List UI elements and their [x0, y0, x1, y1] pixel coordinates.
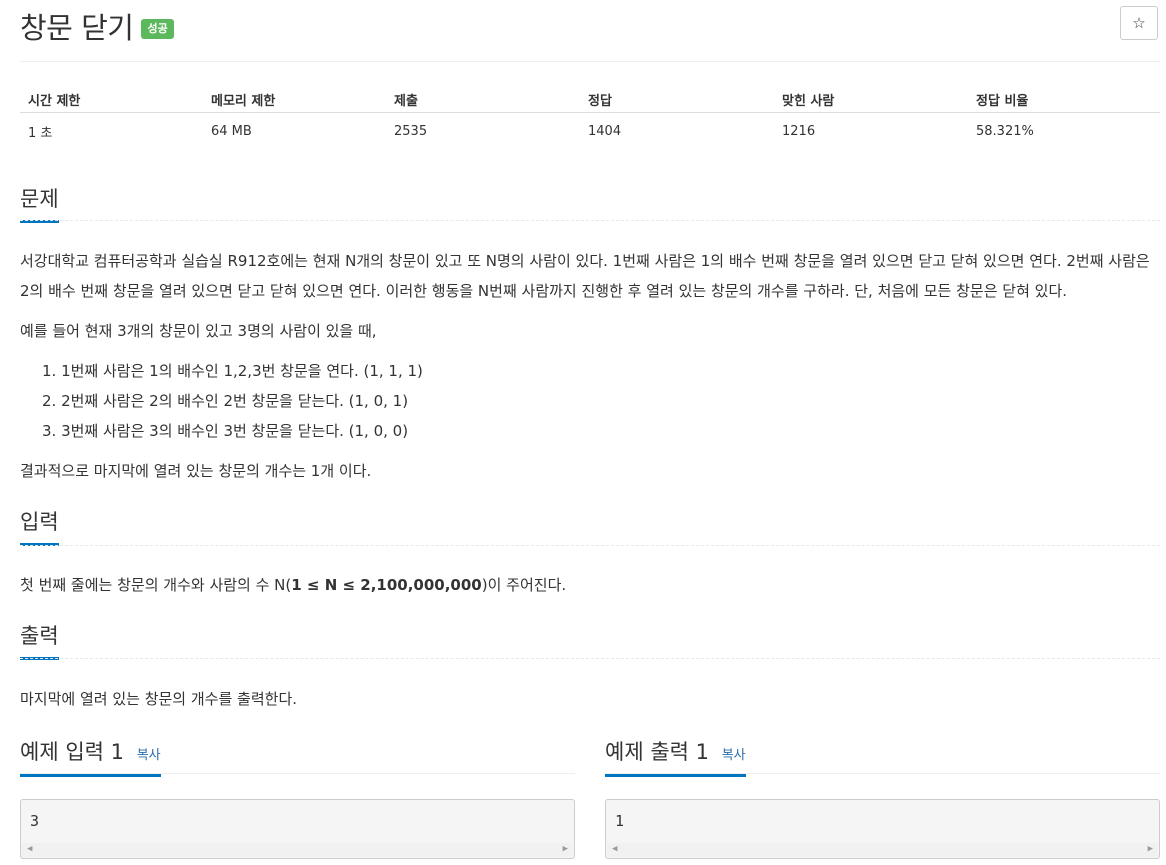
title-divider [20, 61, 1160, 62]
copy-input-button[interactable]: 복사 [137, 748, 161, 763]
header-memory-limit: 메모리 제한 [203, 86, 386, 113]
value-memory-limit: 64 MB [211, 123, 252, 139]
sample-input-title-text: 예제 입력 1 [20, 740, 124, 764]
horizontal-scrollbar[interactable]: ◀ ▶ [607, 843, 1158, 857]
section-divider [20, 657, 1160, 659]
list-item: 1. 1번째 사람은 1의 배수인 1,2,3번 창문을 연다. (1, 1, … [42, 362, 423, 380]
scroll-right-icon[interactable]: ▶ [563, 844, 568, 854]
sample-output-title: 예제 출력 1 복사 [605, 736, 746, 777]
scroll-right-icon[interactable]: ▶ [1148, 844, 1153, 854]
output-description: 마지막에 열려 있는 창문의 개수를 출력한다. [20, 690, 298, 708]
sample-output-box[interactable]: 1 ◀ ▶ [605, 799, 1160, 859]
section-divider [20, 773, 575, 774]
description-paragraph-1: 서강대학교 컴퓨터공학과 실습실 R912호에는 현재 N개의 창문이 있고 또… [20, 252, 1150, 300]
star-button[interactable]: ☆ [1120, 6, 1158, 40]
description-heading: 문제 [20, 183, 59, 223]
sample-output-title-text: 예제 출력 1 [605, 740, 709, 764]
sample-input-value: 3 [30, 812, 40, 830]
value-accepted: 1404 [588, 123, 622, 139]
star-icon: ☆ [1132, 14, 1146, 32]
description-paragraph-2: 예를 들어 현재 3개의 창문이 있고 3명의 사람이 있을 때, [20, 322, 377, 340]
input-section-header: 입력 [20, 506, 1160, 546]
header-accept-ratio: 정답 비율 [968, 86, 1160, 113]
section-divider [20, 544, 1160, 546]
description-section-header: 문제 [20, 183, 1160, 223]
status-badge: 성공 [141, 19, 174, 39]
description-paragraph-3: 결과적으로 마지막에 열려 있는 창문의 개수는 1개 이다. [20, 462, 372, 480]
section-divider [20, 219, 1160, 221]
output-section-header: 출력 [20, 620, 1160, 660]
header-accepted: 정답 [580, 86, 774, 113]
table-header-row: 시간 제한 메모리 제한 제출 정답 맞힌 사람 정답 비율 [20, 86, 1160, 113]
scroll-left-icon[interactable]: ◀ [27, 844, 32, 854]
input-description: 첫 번째 줄에는 창문의 개수와 사람의 수 N(1 ≤ N ≤ 2,100,0… [20, 570, 1160, 600]
header-submissions: 제출 [386, 86, 580, 113]
input-text-after: )이 주어진다. [481, 576, 567, 594]
copy-output-button[interactable]: 복사 [722, 748, 746, 763]
value-solved-users: 1216 [782, 123, 816, 139]
horizontal-scrollbar[interactable]: ◀ ▶ [22, 843, 573, 857]
value-time-limit: 1 초 [28, 125, 53, 141]
scroll-left-icon[interactable]: ◀ [612, 844, 617, 854]
problem-info-table: 시간 제한 메모리 제한 제출 정답 맞힌 사람 정답 비율 1 초 64 MB… [20, 86, 1160, 149]
list-item: 2. 2번째 사람은 2의 배수인 2번 창문을 닫는다. (1, 0, 1) [42, 392, 409, 410]
input-constraint: 1 ≤ N ≤ 2,100,000,000 [291, 576, 482, 594]
sample-output-value: 1 [615, 812, 625, 830]
problem-title-row: 창문 닫기 성공 [20, 6, 174, 46]
problem-title: 창문 닫기 [20, 11, 134, 45]
example-steps-list: 1. 1번째 사람은 1의 배수인 1,2,3번 창문을 연다. (1, 1, … [20, 356, 1120, 446]
sample-output-header: 예제 출력 1 복사 [605, 736, 1160, 777]
sample-input-box[interactable]: 3 ◀ ▶ [20, 799, 575, 859]
input-heading: 입력 [20, 506, 59, 546]
output-heading: 출력 [20, 620, 59, 660]
table-row: 1 초 64 MB 2535 1404 1216 58.321% [20, 113, 1160, 150]
input-text-before: 첫 번째 줄에는 창문의 개수와 사람의 수 N( [20, 576, 292, 594]
header-time-limit: 시간 제한 [20, 86, 203, 113]
value-accept-ratio: 58.321% [976, 123, 1034, 139]
section-divider [605, 773, 1160, 774]
sample-input-header: 예제 입력 1 복사 [20, 736, 575, 777]
header-solved-users: 맞힌 사람 [774, 86, 968, 113]
list-item: 3. 3번째 사람은 3의 배수인 3번 창문을 닫는다. (1, 0, 0) [42, 422, 409, 440]
value-submissions: 2535 [394, 123, 428, 139]
sample-input-title: 예제 입력 1 복사 [20, 736, 161, 777]
